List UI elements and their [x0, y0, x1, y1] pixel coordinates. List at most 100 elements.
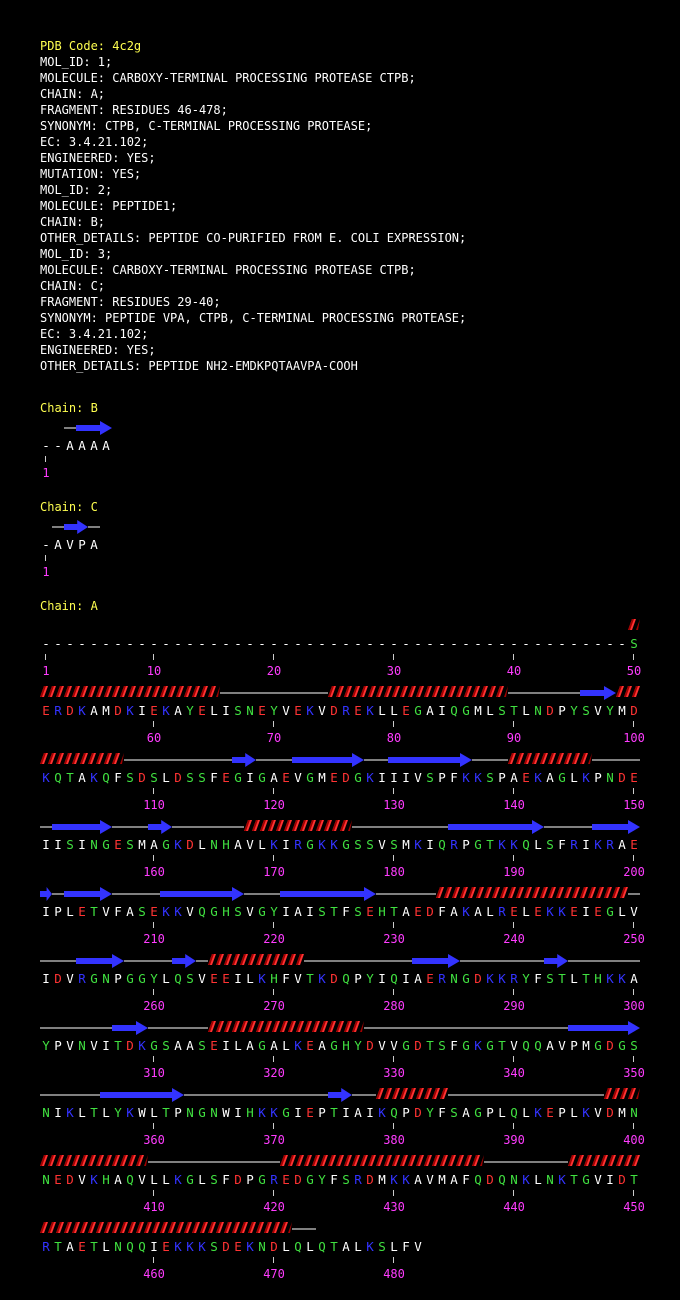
residue: G — [594, 1038, 602, 1053]
residue: P — [246, 1172, 254, 1187]
gap-residue: - — [606, 636, 614, 651]
residue: M — [102, 703, 110, 718]
position-tick — [268, 1257, 280, 1265]
position-tick — [388, 855, 400, 863]
gap-residue: - — [126, 636, 134, 651]
residue: S — [210, 1239, 218, 1254]
residue: F — [114, 770, 122, 785]
residue: T — [306, 971, 314, 986]
residue: N — [546, 1172, 554, 1187]
residue: E — [306, 1105, 314, 1120]
strand-arrow — [112, 1021, 148, 1035]
residue: G — [258, 770, 266, 785]
residue: R — [570, 837, 578, 852]
residue: A — [510, 770, 518, 785]
position-number: 90 — [506, 731, 522, 745]
position-tick — [628, 1190, 640, 1198]
residue: K — [270, 1105, 278, 1120]
gap-residue: - — [258, 636, 266, 651]
position-tick — [268, 1123, 280, 1131]
residue: S — [234, 904, 242, 919]
residue: T — [330, 1239, 338, 1254]
residue: G — [198, 1105, 206, 1120]
residue: L — [150, 1172, 158, 1187]
gap-residue: - — [450, 636, 458, 651]
gap-residue: - — [414, 636, 422, 651]
residue: F — [210, 770, 218, 785]
secondary-structure-track — [40, 954, 640, 968]
residue: E — [198, 703, 206, 718]
residue: Q — [522, 837, 530, 852]
residue: D — [54, 971, 62, 986]
strand-arrow — [64, 520, 88, 534]
residue: L — [306, 1239, 314, 1254]
residue: G — [402, 1038, 410, 1053]
residue: G — [258, 1038, 266, 1053]
position-number: 300 — [623, 999, 645, 1013]
residue: F — [402, 1239, 410, 1254]
residue: P — [54, 1038, 62, 1053]
residue: K — [162, 904, 170, 919]
residue: K — [546, 904, 554, 919]
residue: L — [282, 1038, 290, 1053]
residue: K — [378, 1105, 386, 1120]
position-number: 460 — [143, 1267, 165, 1281]
residue: P — [114, 971, 122, 986]
gap-residue: - — [162, 636, 170, 651]
residue: M — [582, 1038, 590, 1053]
residue: S — [450, 1105, 458, 1120]
sequence-row: KQTAKQFSDSLDSSFEGIGAEVGMEDGKIIIVSPFKKSPA… — [40, 750, 660, 816]
residue: S — [546, 971, 554, 986]
residue: N — [114, 1239, 122, 1254]
residue: I — [402, 770, 410, 785]
residue: S — [486, 770, 494, 785]
residue: Y — [270, 703, 278, 718]
gap-residue: - — [378, 636, 386, 651]
gap-residue: - — [522, 636, 530, 651]
residue: E — [594, 904, 602, 919]
residue: H — [246, 1105, 254, 1120]
residue: A — [474, 904, 482, 919]
gap-residue: - — [246, 636, 254, 651]
position-tick — [628, 788, 640, 796]
residue: K — [258, 971, 266, 986]
header-line: EC: 3.4.21.102; — [40, 135, 149, 149]
gap-residue: - — [402, 636, 410, 651]
helix-coil — [280, 1155, 484, 1166]
residue: A — [270, 1038, 278, 1053]
residue: G — [462, 971, 470, 986]
residue: H — [342, 1038, 350, 1053]
header-line: MOL_ID: 3; — [40, 247, 113, 261]
residue: Y — [366, 971, 374, 986]
helix-coil — [40, 1222, 292, 1233]
residue: M — [474, 703, 482, 718]
residue: V — [294, 770, 302, 785]
gap-residue: - — [486, 636, 494, 651]
residue: V — [186, 904, 194, 919]
residue: N — [210, 837, 218, 852]
helix-coil — [40, 753, 124, 764]
residue: L — [66, 904, 74, 919]
residue: E — [42, 703, 50, 718]
residue: A — [90, 703, 98, 718]
position-number: 400 — [623, 1133, 645, 1147]
position-tick — [628, 989, 640, 997]
residue: I — [294, 1105, 302, 1120]
residue: L — [522, 904, 530, 919]
position-number: 360 — [143, 1133, 165, 1147]
secondary-structure-track — [40, 1222, 316, 1233]
helix-coil — [376, 1088, 448, 1099]
position-number: 330 — [383, 1066, 405, 1080]
gap-residue: - — [270, 636, 278, 651]
residue: E — [78, 904, 86, 919]
residue: I — [378, 770, 386, 785]
sequence-row: NIKLTLYKWLTPNGNWIHKKGIEPTIAIKQPDYFSAGPLQ… — [40, 1085, 660, 1151]
residue: P — [78, 537, 86, 552]
residue: G — [462, 703, 470, 718]
helix-coil — [604, 1088, 640, 1099]
residue: Q — [294, 1239, 302, 1254]
helix-coil — [40, 1155, 148, 1166]
residue: N — [78, 1038, 86, 1053]
sequence-row: ERDKAMDKIEKAYELISNEYVEKVDREKLLEGAIQGMLST… — [40, 683, 660, 749]
residue: I — [582, 837, 590, 852]
